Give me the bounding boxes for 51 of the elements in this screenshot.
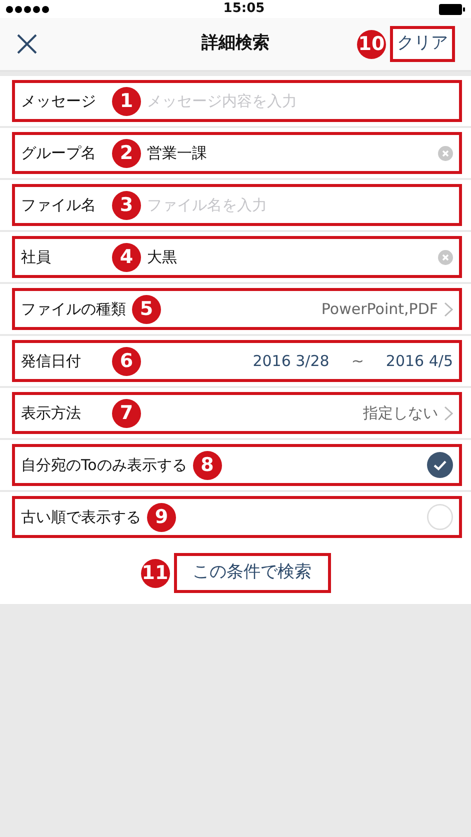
screen-title: 詳細検索 xyxy=(202,32,270,56)
date-to[interactable]: 2016 4/5 xyxy=(386,350,453,372)
field-label: 表示方法 xyxy=(21,402,82,424)
search-button[interactable]: この条件で検索 xyxy=(174,553,330,593)
callout-badge: 6 xyxy=(112,346,141,376)
date-separator: ~ xyxy=(351,350,364,372)
field-placeholder: メッセージ内容を入力 xyxy=(147,90,298,112)
clear-icon xyxy=(438,146,453,160)
callout-badge: 5 xyxy=(132,294,161,324)
field-value: 営業一課 xyxy=(147,142,208,164)
field-label: 古い順で表示する xyxy=(21,506,141,528)
callout-badge: 9 xyxy=(147,502,176,532)
field-value: PowerPoint,PDF xyxy=(320,298,438,320)
form-row[interactable]: 発信日付 6 2016 3/28 ~ 2016 4/5 xyxy=(12,340,462,382)
callout-badge: 1 xyxy=(112,86,141,116)
callout-badge: 10 xyxy=(357,30,386,58)
status-time: 15:05 xyxy=(223,0,265,18)
form-row[interactable]: メッセージ 1 メッセージ内容を入力 xyxy=(12,80,462,122)
field-value: 指定しない xyxy=(362,402,438,424)
field-value: 大黒 xyxy=(147,246,178,268)
form-row[interactable]: 表示方法 7 指定しない xyxy=(12,392,462,434)
callout-badge: 7 xyxy=(112,398,141,428)
chevron-right-icon xyxy=(444,302,453,316)
date-from[interactable]: 2016 3/28 xyxy=(147,350,330,372)
callout-badge: 3 xyxy=(112,190,141,220)
clear-button[interactable]: クリア xyxy=(390,26,455,62)
battery-icon xyxy=(438,4,465,14)
form-row[interactable]: ファイルの種類 5 PowerPoint,PDF xyxy=(12,288,462,330)
callout-badge: 11 xyxy=(140,558,170,588)
form-row[interactable]: ファイル名 3 ファイル名を入力 xyxy=(12,184,462,226)
field-label: 自分宛のToのみ表示する xyxy=(21,454,187,476)
chevron-right-icon xyxy=(444,406,453,420)
close-icon[interactable] xyxy=(16,33,38,55)
form-row[interactable]: 社員 4 大黒 xyxy=(12,236,462,278)
signal-icon xyxy=(6,6,49,12)
checked-icon[interactable] xyxy=(427,452,453,478)
field-label: 社員 xyxy=(21,246,52,268)
callout-badge: 2 xyxy=(112,138,141,168)
field-label: メッセージ xyxy=(21,90,97,112)
form-row[interactable]: 古い順で表示する 9 xyxy=(12,496,462,538)
field-label: 発信日付 xyxy=(21,350,82,372)
unchecked-icon[interactable] xyxy=(427,504,453,530)
clear-icon xyxy=(438,250,453,264)
form-row[interactable]: 自分宛のToのみ表示する 8 xyxy=(12,444,462,486)
field-label: ファイル名 xyxy=(21,194,97,216)
field-label: グループ名 xyxy=(21,142,97,164)
field-placeholder: ファイル名を入力 xyxy=(147,194,268,216)
callout-badge: 8 xyxy=(192,450,222,480)
form-row[interactable]: グループ名 2 営業一課 xyxy=(12,132,462,174)
callout-badge: 4 xyxy=(112,242,141,272)
field-label: ファイルの種類 xyxy=(21,298,126,320)
